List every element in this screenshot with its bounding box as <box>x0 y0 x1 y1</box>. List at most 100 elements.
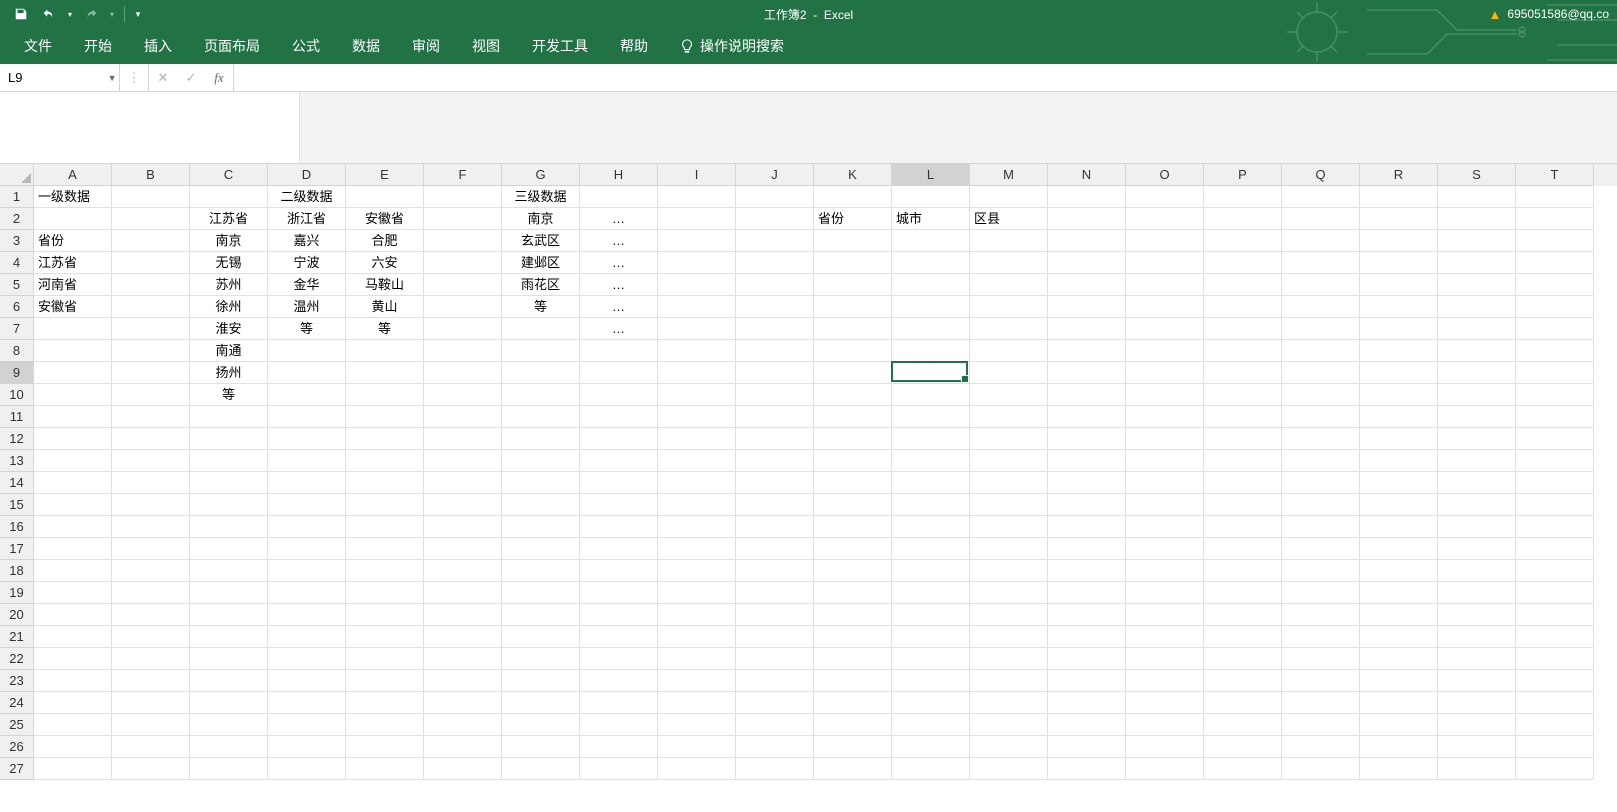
cell-C3[interactable]: 南京 <box>190 230 268 252</box>
cell-A21[interactable] <box>34 626 112 648</box>
cell-I22[interactable] <box>658 648 736 670</box>
cell-N11[interactable] <box>1048 406 1126 428</box>
cell-R10[interactable] <box>1360 384 1438 406</box>
cell-O8[interactable] <box>1126 340 1204 362</box>
cell-Q5[interactable] <box>1282 274 1360 296</box>
cell-G1[interactable]: 三级数据 <box>502 186 580 208</box>
cell-H8[interactable] <box>580 340 658 362</box>
cells-area[interactable]: 一级数据二级数据三级数据江苏省浙江省安徽省南京…省份城市区县省份南京嘉兴合肥玄武… <box>34 186 1594 780</box>
cell-C5[interactable]: 苏州 <box>190 274 268 296</box>
cell-H17[interactable] <box>580 538 658 560</box>
cell-P2[interactable] <box>1204 208 1282 230</box>
cell-Q19[interactable] <box>1282 582 1360 604</box>
cell-H9[interactable] <box>580 362 658 384</box>
cell-G15[interactable] <box>502 494 580 516</box>
cell-I20[interactable] <box>658 604 736 626</box>
cell-R9[interactable] <box>1360 362 1438 384</box>
cell-O9[interactable] <box>1126 362 1204 384</box>
cell-I1[interactable] <box>658 186 736 208</box>
cell-K6[interactable] <box>814 296 892 318</box>
cell-R17[interactable] <box>1360 538 1438 560</box>
cell-H1[interactable] <box>580 186 658 208</box>
cell-Q20[interactable] <box>1282 604 1360 626</box>
cell-P14[interactable] <box>1204 472 1282 494</box>
cell-D19[interactable] <box>268 582 346 604</box>
undo-dropdown[interactable]: ▾ <box>64 2 76 26</box>
cell-Q10[interactable] <box>1282 384 1360 406</box>
cell-D3[interactable]: 嘉兴 <box>268 230 346 252</box>
cell-T17[interactable] <box>1516 538 1594 560</box>
cell-B2[interactable] <box>112 208 190 230</box>
cell-C13[interactable] <box>190 450 268 472</box>
cell-M14[interactable] <box>970 472 1048 494</box>
save-button[interactable] <box>8 2 34 26</box>
cell-R13[interactable] <box>1360 450 1438 472</box>
tab-insert[interactable]: 插入 <box>130 30 186 62</box>
cell-A25[interactable] <box>34 714 112 736</box>
cell-M1[interactable] <box>970 186 1048 208</box>
cell-F24[interactable] <box>424 692 502 714</box>
cell-L18[interactable] <box>892 560 970 582</box>
cell-I23[interactable] <box>658 670 736 692</box>
cell-G11[interactable] <box>502 406 580 428</box>
row-header-4[interactable]: 4 <box>0 252 34 274</box>
cell-R16[interactable] <box>1360 516 1438 538</box>
cell-I16[interactable] <box>658 516 736 538</box>
cell-C15[interactable] <box>190 494 268 516</box>
cell-N18[interactable] <box>1048 560 1126 582</box>
cell-A8[interactable] <box>34 340 112 362</box>
cell-L25[interactable] <box>892 714 970 736</box>
cell-O14[interactable] <box>1126 472 1204 494</box>
row-header-2[interactable]: 2 <box>0 208 34 230</box>
cell-N17[interactable] <box>1048 538 1126 560</box>
row-header-9[interactable]: 9 <box>0 362 34 384</box>
cell-L7[interactable] <box>892 318 970 340</box>
cell-K5[interactable] <box>814 274 892 296</box>
tab-data[interactable]: 数据 <box>338 30 394 62</box>
cell-F13[interactable] <box>424 450 502 472</box>
cell-G10[interactable] <box>502 384 580 406</box>
cell-K11[interactable] <box>814 406 892 428</box>
cell-E11[interactable] <box>346 406 424 428</box>
cell-G5[interactable]: 雨花区 <box>502 274 580 296</box>
cell-P5[interactable] <box>1204 274 1282 296</box>
cell-K2[interactable]: 省份 <box>814 208 892 230</box>
cell-S21[interactable] <box>1438 626 1516 648</box>
cell-T15[interactable] <box>1516 494 1594 516</box>
cell-D21[interactable] <box>268 626 346 648</box>
cell-M17[interactable] <box>970 538 1048 560</box>
cell-I5[interactable] <box>658 274 736 296</box>
cell-I15[interactable] <box>658 494 736 516</box>
cell-G24[interactable] <box>502 692 580 714</box>
column-header-A[interactable]: A <box>34 164 112 186</box>
cell-F14[interactable] <box>424 472 502 494</box>
cell-C14[interactable] <box>190 472 268 494</box>
cell-H10[interactable] <box>580 384 658 406</box>
cell-F16[interactable] <box>424 516 502 538</box>
cell-G19[interactable] <box>502 582 580 604</box>
cell-H22[interactable] <box>580 648 658 670</box>
cell-B21[interactable] <box>112 626 190 648</box>
cell-B3[interactable] <box>112 230 190 252</box>
cell-I27[interactable] <box>658 758 736 780</box>
cell-E22[interactable] <box>346 648 424 670</box>
cell-M23[interactable] <box>970 670 1048 692</box>
cell-B22[interactable] <box>112 648 190 670</box>
cell-A6[interactable]: 安徽省 <box>34 296 112 318</box>
cell-D13[interactable] <box>268 450 346 472</box>
cell-A26[interactable] <box>34 736 112 758</box>
cell-G8[interactable] <box>502 340 580 362</box>
cell-K24[interactable] <box>814 692 892 714</box>
row-header-16[interactable]: 16 <box>0 516 34 538</box>
cell-B26[interactable] <box>112 736 190 758</box>
cell-R4[interactable] <box>1360 252 1438 274</box>
cell-M12[interactable] <box>970 428 1048 450</box>
cell-R15[interactable] <box>1360 494 1438 516</box>
cell-F19[interactable] <box>424 582 502 604</box>
cell-E16[interactable] <box>346 516 424 538</box>
row-header-3[interactable]: 3 <box>0 230 34 252</box>
cell-C12[interactable] <box>190 428 268 450</box>
cell-F10[interactable] <box>424 384 502 406</box>
cell-L10[interactable] <box>892 384 970 406</box>
cell-O15[interactable] <box>1126 494 1204 516</box>
